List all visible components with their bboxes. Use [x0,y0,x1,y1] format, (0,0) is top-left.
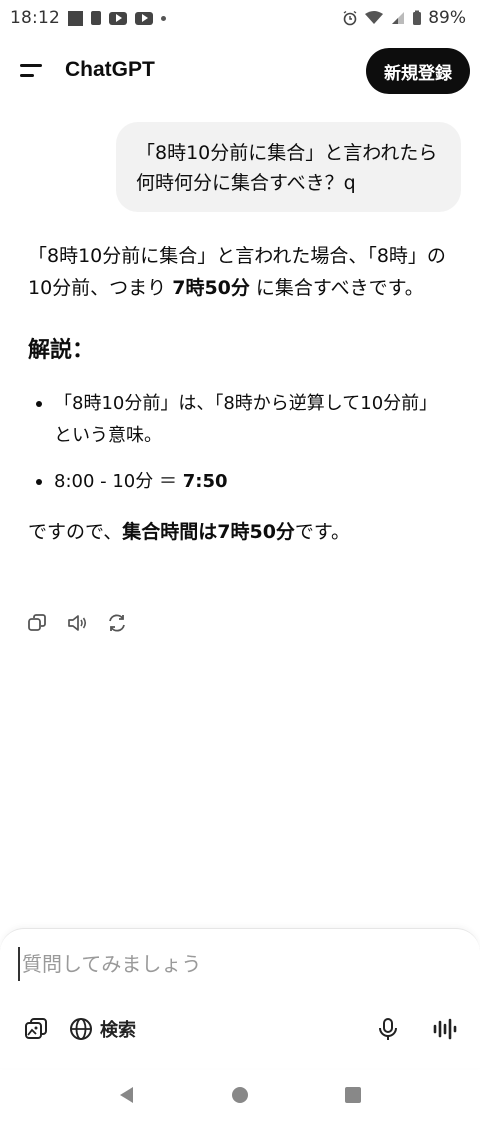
battery-percentage: 89% [428,8,466,28]
home-icon[interactable] [230,1085,250,1105]
assistant-intro: 「8時10分前に集合」と言われた場合、「8時」の10分前、つまり 7時50分 に… [28,240,452,304]
alarm-icon [343,10,357,26]
list-item: 8:00 - 10分 ＝ 7:50 [28,466,452,498]
app-notification-icon [91,11,101,25]
more-notifications-dot [161,15,166,21]
microphone-icon[interactable] [374,1015,402,1043]
globe-icon [70,1018,92,1040]
conclusion-bold: 集合時間は7時50分 [122,521,295,543]
intro-answer-bold: 7時50分 [172,277,250,299]
signup-button[interactable]: 新規登録 [366,48,470,94]
bullet2-text: 8:00 - 10分 ＝ [54,471,183,492]
intro-text-2: に集合すべきです。 [249,277,424,299]
list-item: 「8時10分前」は、「8時から逆算して10分前」という意味。 [28,388,452,452]
status-left: 18:12 [10,8,166,28]
response-actions [26,612,128,634]
copy-icon[interactable] [26,612,48,634]
system-navigation-bar [0,1068,480,1121]
signal-icon [392,12,405,24]
search-label: 検索 [100,1020,136,1041]
message-input[interactable] [18,947,458,981]
composer-tools-left: 検索 [22,1015,136,1043]
recents-icon[interactable] [343,1085,363,1105]
speaker-icon[interactable] [66,612,88,634]
battery-icon [413,10,422,25]
status-bar: 18:12 89% [0,0,480,36]
explanation-list: 「8時10分前」は、「8時から逆算して10分前」という意味。 8:00 - 10… [28,388,452,498]
status-time: 18:12 [10,8,60,28]
assistant-response: 「8時10分前に集合」と言われた場合、「8時」の10分前、つまり 7時50分 に… [28,240,452,548]
bullet2-bold: 7:50 [182,471,228,492]
conclusion-text-2: です。 [294,521,351,543]
menu-icon[interactable] [20,64,44,80]
status-right: 89% [342,8,466,28]
conclusion-text-1: ですので、 [28,521,123,543]
message-composer: 検索 [0,928,480,1068]
app-title: ChatGPT [65,58,155,81]
regenerate-icon[interactable] [106,612,128,634]
assistant-conclusion: ですので、集合時間は7時50分です。 [28,516,452,548]
wifi-icon [365,11,384,24]
voice-mode-icon[interactable] [430,1015,458,1043]
app-header: ChatGPT 新規登録 [0,44,480,100]
attach-image-icon[interactable] [22,1015,50,1043]
youtube-icon-2 [135,11,153,25]
youtube-icon [109,11,127,25]
search-button[interactable]: 検索 [68,1016,136,1042]
composer-tools-right [374,1015,458,1043]
back-icon[interactable] [117,1085,137,1105]
explanation-heading: 解説： [28,338,95,363]
user-message-bubble: 「8時10分前に集合」と言われたら何時何分に集合すべき？q [116,122,461,212]
uniqlo-app-icon [68,10,83,26]
